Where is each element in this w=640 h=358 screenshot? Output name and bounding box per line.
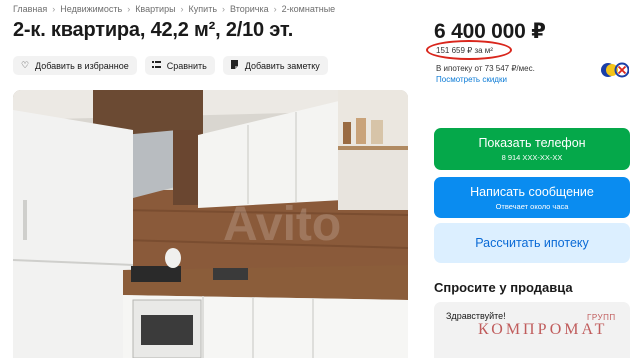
breadcrumb-separator: › [273, 4, 277, 14]
breadcrumb-separator: › [222, 4, 226, 14]
add-to-favorites-button[interactable]: ♡ Добавить в избранное [13, 56, 137, 75]
listing-photo[interactable]: Avito [13, 90, 408, 358]
view-discounts-link[interactable]: Посмотреть скидки [436, 75, 507, 84]
ask-seller-heading: Спросите у продавца [434, 280, 573, 295]
breadcrumb-separator: › [52, 4, 56, 14]
heart-icon: ♡ [20, 60, 30, 70]
write-message-label: Написать сообщение [470, 184, 594, 199]
ask-seller-suggestion[interactable]: Здравствуйте! [446, 311, 506, 321]
breadcrumb-separator: › [127, 4, 131, 14]
breadcrumb-item-apartments[interactable]: Квартиры [135, 4, 175, 14]
phone-number-masked: 8 914 XXX-XX-XX [501, 153, 563, 162]
calculate-mortgage-label: Рассчитать ипотеку [475, 236, 589, 250]
breadcrumb: Главная › Недвижимость › Квартиры › Купить › Вто… [13, 4, 335, 14]
breadcrumb-item-secondary[interactable]: Вторичка [230, 4, 269, 14]
note-icon [230, 60, 240, 71]
price-highlight-ring [426, 40, 512, 60]
page-title: 2-к. квартира, 42,2 м², 2/10 эт. [13, 19, 294, 41]
breadcrumb-item-realty[interactable]: Недвижимость [60, 4, 122, 14]
compare-label: Сравнить [166, 60, 207, 71]
show-phone-button[interactable]: Показать телефон 8 914 XXX-XX-XX [434, 128, 630, 170]
bank-logo-icon [601, 62, 630, 78]
compare-icon [152, 60, 162, 71]
breadcrumb-item-home[interactable]: Главная [13, 4, 47, 14]
breadcrumb-separator: › [180, 4, 184, 14]
write-message-button[interactable]: Написать сообщение Отвечает около часа [434, 177, 630, 218]
listing-actions: ♡ Добавить в избранное Сравнить Добавить… [13, 56, 328, 75]
mortgage-estimate: В ипотеку от 73 547 ₽/мес. [436, 64, 535, 73]
watermark-logo: КОМПРОМАТ [478, 321, 608, 338]
add-note-label: Добавить заметку [244, 60, 320, 71]
breadcrumb-item-buy[interactable]: Купить [189, 4, 217, 14]
response-time: Отвечает около часа [495, 201, 569, 211]
add-to-favorites-label: Добавить в избранное [35, 60, 129, 71]
breadcrumb-item-two-room[interactable]: 2-комнатные [282, 4, 336, 14]
calculate-mortgage-button[interactable]: Рассчитать ипотеку [434, 223, 630, 263]
show-phone-label: Показать телефон [478, 136, 586, 150]
compare-button[interactable]: Сравнить [144, 56, 215, 75]
photo-watermark: Avito [223, 198, 341, 251]
add-note-button[interactable]: Добавить заметку [222, 56, 328, 75]
